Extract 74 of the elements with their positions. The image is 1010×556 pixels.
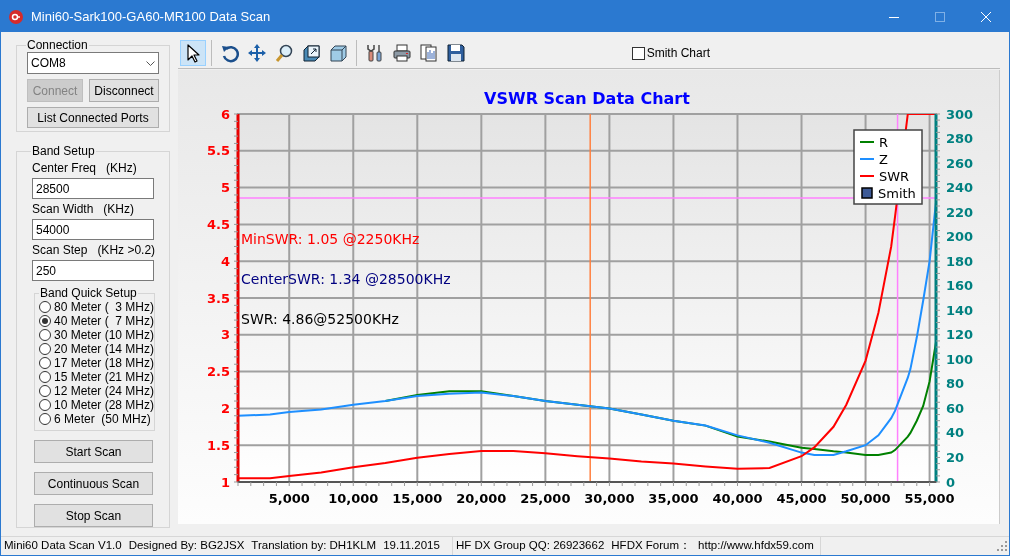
status-text: 19.11.2015 bbox=[383, 538, 440, 554]
axis-label: 3.5 bbox=[206, 290, 230, 306]
list-ports-button[interactable]: List Connected Ports bbox=[27, 107, 159, 128]
axis-label: 1 bbox=[220, 474, 230, 490]
axis-label: 2 bbox=[220, 400, 230, 416]
legend-label: Z bbox=[879, 151, 888, 167]
input-field[interactable]: 250 bbox=[32, 260, 154, 281]
axis-label: 2.5 bbox=[206, 364, 230, 380]
status-text: http://www.hfdx59.com bbox=[698, 538, 814, 554]
chart-title: VSWR Scan Data Chart bbox=[484, 89, 690, 108]
scan-button[interactable]: Continuous Scan bbox=[34, 472, 153, 495]
axis-label: 120 bbox=[946, 327, 974, 343]
axis-label: 30,000 bbox=[584, 491, 635, 506]
chart-readout: SWR: 4.86@52500KHz bbox=[241, 311, 399, 327]
axis-label: 25,000 bbox=[520, 491, 571, 506]
chart-readout: CenterSWR: 1.34 @28500KHz bbox=[241, 271, 451, 287]
group-title: Connection bbox=[26, 38, 89, 52]
chart-readout: MinSWR: 1.05 @2250KHz bbox=[241, 231, 420, 247]
axis-label: 300 bbox=[946, 106, 974, 122]
input-field[interactable]: 28500 bbox=[32, 178, 154, 199]
axis-label: 0 bbox=[946, 474, 956, 490]
legend-label: Smith bbox=[878, 185, 916, 201]
axis-label: 6 bbox=[220, 106, 230, 122]
port-dropdown[interactable]: COM8 bbox=[27, 52, 159, 74]
axis-label: 15,000 bbox=[392, 491, 443, 506]
axis-label: 40 bbox=[946, 425, 965, 441]
axis-label: 40,000 bbox=[712, 491, 763, 506]
status-text: HFDX Forum： bbox=[611, 538, 692, 554]
axis-label: 240 bbox=[946, 180, 974, 196]
status-text: Translation by: DH1KLM bbox=[251, 538, 377, 554]
axis-label: 200 bbox=[946, 229, 974, 245]
axis-label: 180 bbox=[946, 253, 974, 269]
axis-label: 5,000 bbox=[268, 491, 310, 506]
field-label: Scan Width bbox=[32, 202, 94, 217]
status-text: HF DX Group QQ: 26923662 bbox=[456, 538, 605, 554]
axis-label: 55,000 bbox=[904, 491, 955, 506]
group-title: Band Setup bbox=[31, 144, 96, 158]
axis-label: 4 bbox=[220, 253, 230, 269]
status-text: Mini60 Data Scan V1.0 bbox=[4, 538, 122, 554]
axis-label: 1.5 bbox=[206, 437, 230, 453]
axis-label: 80 bbox=[946, 376, 965, 392]
axis-label: 10,000 bbox=[328, 491, 379, 506]
axis-label: 5.5 bbox=[206, 143, 230, 159]
input-field[interactable]: 54000 bbox=[32, 219, 154, 240]
axis-label: 280 bbox=[946, 131, 974, 147]
field-label: Scan Step bbox=[32, 243, 88, 258]
legend-label: R bbox=[879, 134, 889, 150]
axis-label: 3 bbox=[220, 327, 230, 343]
axis-label: 140 bbox=[946, 302, 974, 318]
field-label: Center Freq bbox=[32, 161, 97, 176]
scan-button[interactable]: Start Scan bbox=[34, 440, 153, 463]
axis-label: 20,000 bbox=[456, 491, 507, 506]
axis-label: 60 bbox=[946, 400, 965, 416]
unit-label: (KHz) bbox=[106, 161, 137, 176]
axis-label: 260 bbox=[946, 155, 974, 171]
status-text: Designed By: BG2JSX bbox=[128, 538, 245, 554]
scan-button[interactable]: Stop Scan bbox=[34, 504, 153, 527]
unit-label: (KHz) bbox=[103, 202, 135, 217]
axis-label: 35,000 bbox=[648, 491, 699, 506]
axis-label: 5 bbox=[220, 180, 230, 196]
legend-label: SWR bbox=[879, 168, 910, 184]
band-radio[interactable]: 6 Meter (50 MHz) bbox=[39, 412, 150, 426]
smith-chart-checkbox[interactable]: Smith Chart bbox=[631, 44, 710, 62]
axis-label: 100 bbox=[946, 351, 974, 367]
group-title: Band Quick Setup bbox=[39, 286, 138, 300]
window-title: Mini60-Sark100-GA60-MR100 Data Scan bbox=[31, 7, 271, 26]
unit-label: (KHz >0.2) bbox=[97, 243, 156, 258]
disconnect-button[interactable]: Disconnect bbox=[89, 79, 159, 102]
axis-label: 50,000 bbox=[840, 491, 891, 506]
axis-label: 20 bbox=[946, 449, 965, 465]
axis-label: 220 bbox=[946, 204, 974, 220]
axis-label: 4.5 bbox=[206, 216, 230, 232]
axis-label: 45,000 bbox=[776, 491, 827, 506]
axis-label: 160 bbox=[946, 278, 974, 294]
